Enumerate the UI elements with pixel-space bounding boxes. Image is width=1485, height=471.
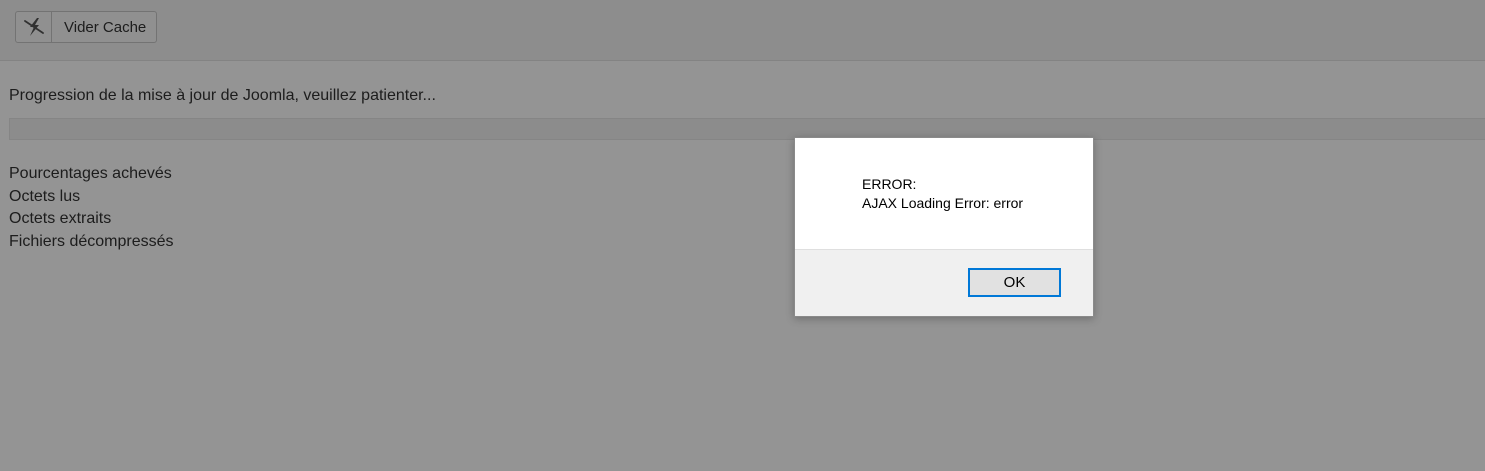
dialog-error-detail: AJAX Loading Error: error bbox=[862, 195, 1024, 211]
dialog-body: ERROR: AJAX Loading Error: error bbox=[795, 138, 1093, 249]
dialog-message: ERROR: AJAX Loading Error: error bbox=[862, 175, 1023, 213]
alert-dialog: ERROR: AJAX Loading Error: error OK bbox=[794, 137, 1094, 317]
ok-button[interactable]: OK bbox=[968, 268, 1061, 297]
dialog-footer: OK bbox=[795, 249, 1093, 316]
modal-overlay bbox=[0, 0, 1485, 471]
dialog-error-heading: ERROR: bbox=[862, 176, 917, 192]
